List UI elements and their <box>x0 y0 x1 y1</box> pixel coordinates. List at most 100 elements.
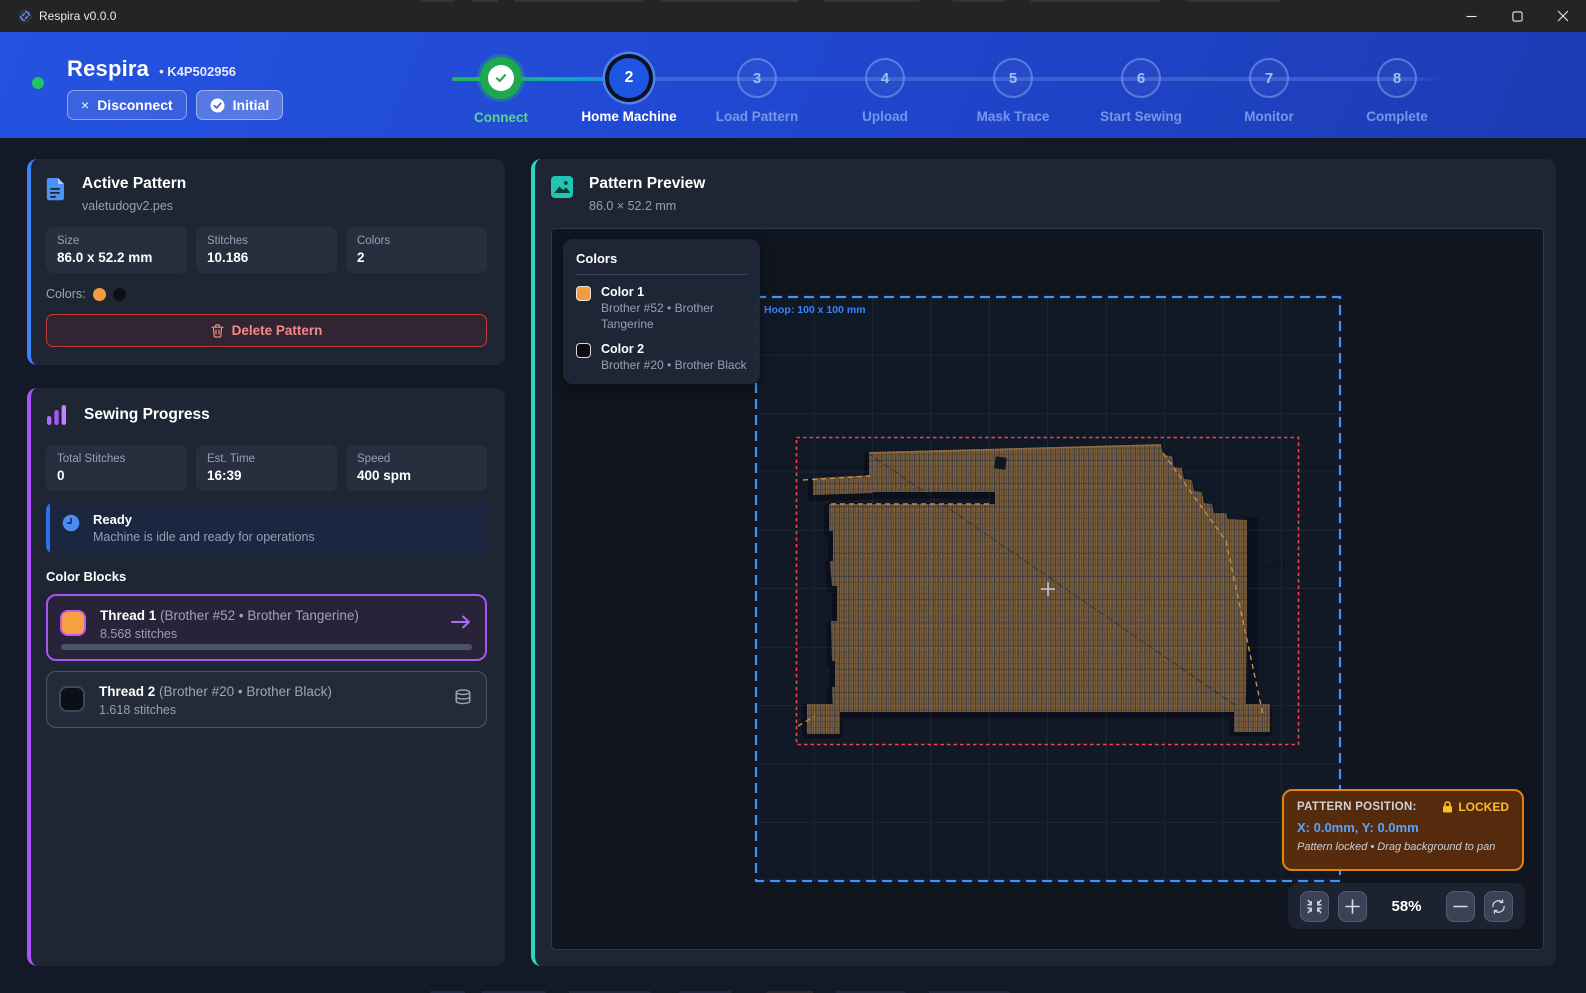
minus-icon <box>1453 899 1468 914</box>
pattern-preview-title: Pattern Preview <box>589 175 705 193</box>
layers-icon <box>454 688 472 707</box>
stat-label: Stitches <box>207 235 326 247</box>
titlebar: Respira v0.0.0 <box>0 0 1586 32</box>
step-circle: 2 <box>609 58 649 98</box>
delete-pattern-label: Delete Pattern <box>232 323 323 338</box>
legend-swatch <box>576 343 591 358</box>
pattern-dimensions: 86.0 × 52.2 mm <box>589 199 705 213</box>
background-window-artifact-top <box>420 0 1280 2</box>
stat-value: 2 <box>357 250 476 265</box>
zoom-out-button[interactable] <box>1446 891 1475 922</box>
step-circle: 3 <box>737 58 777 98</box>
stat-label: Speed <box>357 453 476 465</box>
status-accent-bar <box>46 503 50 553</box>
wizard-stepper: Connect 2 Home Machine 3 Load Pattern 4 … <box>0 32 1586 138</box>
trash-icon <box>211 324 224 338</box>
thread-row-2[interactable]: Thread 2 (Brother #20 • Brother Black) 1… <box>46 671 487 728</box>
step-number: 2 <box>625 69 634 87</box>
stat-stitches: Stitches 10.186 <box>196 227 337 273</box>
shrink-icon <box>1307 899 1322 914</box>
locked-label: LOCKED <box>1458 800 1509 814</box>
step-circle: 7 <box>1249 58 1289 98</box>
hoop-label: Hoop: 100 x 100 mm <box>764 304 866 316</box>
step-mask-trace[interactable]: 5 Mask Trace <box>949 58 1077 124</box>
check-icon <box>494 71 508 85</box>
step-label: Complete <box>1333 109 1461 124</box>
stat-value: 16:39 <box>207 468 326 483</box>
stat-label: Colors <box>357 235 476 247</box>
step-monitor[interactable]: 7 Monitor <box>1205 58 1333 124</box>
thread1-swatch <box>60 610 86 636</box>
colors-label: Colors: <box>46 287 86 301</box>
thread-row-1[interactable]: Thread 1 (Brother #52 • Brother Tangerin… <box>46 594 487 661</box>
step-label: Home Machine <box>565 109 693 124</box>
stat-label: Est. Time <box>207 453 326 465</box>
thread-detail: (Brother #20 • Brother Black) <box>159 684 332 699</box>
thread-detail: (Brother #52 • Brother Tangerine) <box>160 608 359 623</box>
color-dot-2 <box>113 288 126 301</box>
colors-legend: Colors Color 1 Brother #52 • Brother Tan… <box>563 239 760 384</box>
stat-label: Total Stitches <box>57 453 176 465</box>
step-upload[interactable]: 4 Upload <box>821 58 949 124</box>
legend-color-1: Color 1 Brother #52 • Brother Tangerine <box>576 285 747 333</box>
arrow-right-icon <box>451 614 471 630</box>
active-pattern-card: Active Pattern valetudogv2.pes Size 86.0… <box>27 159 505 365</box>
delete-pattern-button[interactable]: Delete Pattern <box>46 314 487 347</box>
step-home-machine[interactable]: 2 Home Machine <box>565 58 693 124</box>
legend-divider <box>576 274 747 275</box>
close-button[interactable] <box>1540 0 1586 32</box>
left-column: Active Pattern valetudogv2.pes Size 86.0… <box>27 159 505 966</box>
reset-view-button[interactable] <box>1484 891 1513 922</box>
step-start-sewing[interactable]: 6 Start Sewing <box>1077 58 1205 124</box>
legend-color-name: Color 2 <box>601 342 754 356</box>
minimize-button[interactable] <box>1448 0 1494 32</box>
image-icon <box>551 176 573 198</box>
app-icon <box>18 9 32 23</box>
plus-icon <box>1345 899 1360 914</box>
maximize-button[interactable] <box>1494 0 1540 32</box>
preview-canvas[interactable]: Hoop: 100 x 100 mm Colors Color 1 Brothe… <box>551 228 1544 950</box>
step-label: Start Sewing <box>1077 109 1205 124</box>
minimize-icon <box>1466 11 1477 22</box>
pattern-filename: valetudogv2.pes <box>82 199 186 213</box>
zoom-in-button[interactable] <box>1338 891 1367 922</box>
step-circle: 6 <box>1121 58 1161 98</box>
step-circle <box>480 57 522 99</box>
locked-badge: LOCKED <box>1442 800 1509 814</box>
stat-total-stitches: Total Stitches 0 <box>46 445 187 491</box>
step-label: Load Pattern <box>693 109 821 124</box>
status-description: Machine is idle and ready for operations <box>93 530 315 544</box>
position-label: PATTERN POSITION: <box>1297 801 1417 813</box>
step-load-pattern[interactable]: 3 Load Pattern <box>693 58 821 124</box>
step-number: 7 <box>1265 70 1273 87</box>
step-complete[interactable]: 8 Complete <box>1333 58 1461 124</box>
fit-view-button[interactable] <box>1300 891 1329 922</box>
lock-icon <box>1442 801 1453 813</box>
step-label: Connect <box>437 110 565 125</box>
step-label: Upload <box>821 109 949 124</box>
step-connect[interactable]: Connect <box>437 58 565 125</box>
legend-color-detail: Brother #20 • Brother Black <box>601 358 754 374</box>
machine-status-banner: Ready Machine is idle and ready for oper… <box>46 503 487 553</box>
legend-color-2: Color 2 Brother #20 • Brother Black <box>576 342 747 374</box>
window-title: Respira v0.0.0 <box>39 9 116 23</box>
main-content: Active Pattern valetudogv2.pes Size 86.0… <box>0 138 1586 993</box>
stat-value: 10.186 <box>207 250 326 265</box>
legend-color-detail: Brother #52 • Brother Tangerine <box>601 301 754 333</box>
stat-value: 86.0 x 52.2 mm <box>57 250 176 265</box>
legend-color-name: Color 1 <box>601 285 754 299</box>
bar-chart-icon <box>46 404 68 426</box>
pattern-position-overlay: PATTERN POSITION: LOCKED X: 0.0mm, Y: 0.… <box>1282 789 1524 871</box>
step-circle: 4 <box>865 58 905 98</box>
stat-size: Size 86.0 x 52.2 mm <box>46 227 187 273</box>
thread-stitch-count: 1.618 stitches <box>99 703 332 717</box>
thread-name: Thread 1 <box>100 608 156 623</box>
legend-swatch <box>576 286 591 301</box>
close-icon <box>1557 10 1569 22</box>
stat-label: Size <box>57 235 176 247</box>
step-number: 6 <box>1137 70 1145 87</box>
pattern-preview-card: Pattern Preview 86.0 × 52.2 mm <box>531 159 1556 966</box>
refresh-icon <box>1491 899 1506 914</box>
color-dot-1 <box>93 288 106 301</box>
status-title: Ready <box>93 512 315 527</box>
